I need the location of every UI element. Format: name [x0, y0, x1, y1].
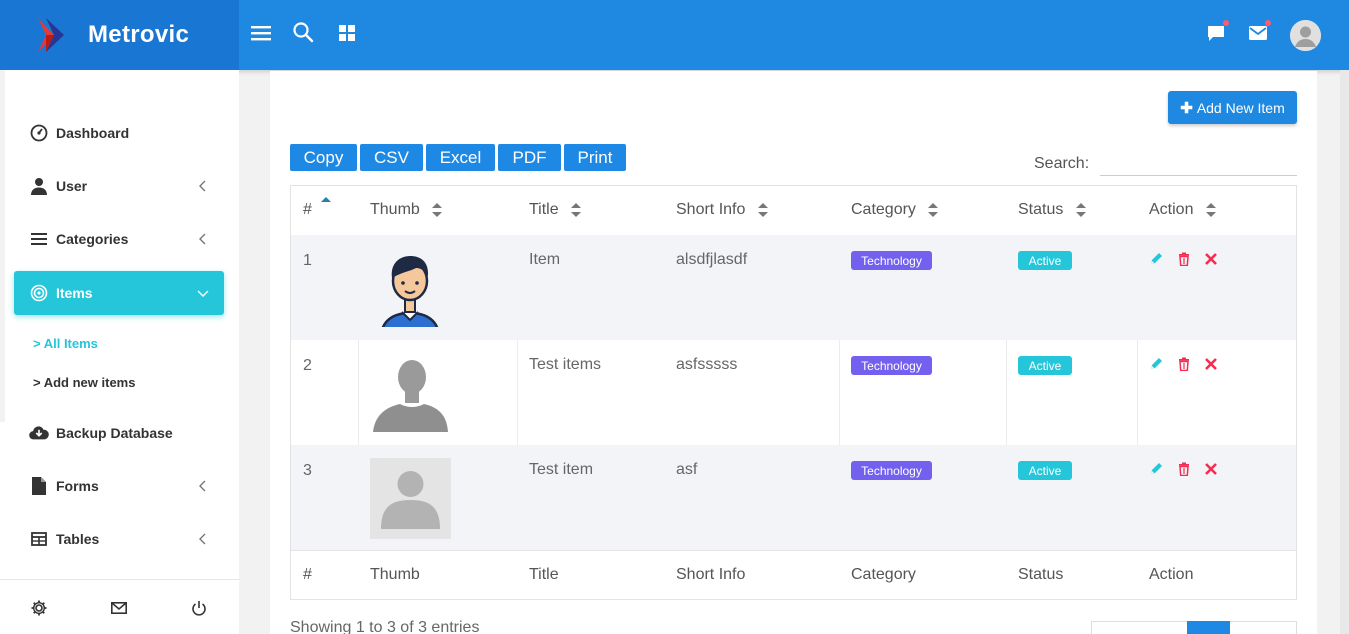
pagination[interactable] [1091, 621, 1297, 634]
logo-icon [38, 18, 64, 52]
page-scrollbar[interactable] [1340, 70, 1349, 634]
table-footer-row: # Thumb Title Short Info Category Status… [290, 550, 1297, 600]
chevron-left-icon [199, 533, 206, 545]
mail-icon[interactable] [109, 598, 129, 618]
edit-icon[interactable] [1149, 462, 1163, 476]
chat-icon[interactable] [1204, 20, 1229, 45]
cartoon-avatar-image [379, 256, 441, 340]
footer-header-num: # [303, 566, 312, 583]
notification-dot [1223, 20, 1229, 26]
search-input[interactable] [1100, 150, 1297, 176]
footer-header-title: Title [529, 566, 559, 583]
cloud-download-icon [29, 423, 49, 443]
close-icon[interactable] [1204, 357, 1218, 371]
sidebar-item-label: Backup Database [56, 425, 173, 441]
table-row: 3 Test item asf Technology Active [290, 445, 1297, 550]
sidebar-item-items[interactable]: Items [14, 271, 224, 315]
user-icon [29, 176, 49, 196]
table-row: 2 Test items asfsssss Technology Active [290, 340, 1297, 445]
table-row: 1 Item alsdfjlasdf Technology Active [290, 235, 1297, 340]
edit-icon[interactable] [1149, 357, 1163, 371]
trash-icon[interactable] [1177, 462, 1191, 476]
sidebar-footer [0, 579, 239, 634]
avatar[interactable] [1290, 20, 1321, 51]
csv-button[interactable]: CSV [360, 144, 423, 171]
sort-asc-icon [321, 196, 332, 202]
sort-icon [1075, 202, 1086, 217]
item-thumbnail [370, 246, 451, 340]
footer-header-thumb: Thumb [370, 566, 420, 583]
category-badge: Technology [851, 251, 932, 270]
close-icon[interactable] [1204, 462, 1218, 476]
edit-icon[interactable] [1149, 252, 1163, 266]
table-header-row: # Thumb Title Short Info Category Status… [290, 185, 1297, 235]
subitem-add-new-items[interactable]: > Add new items [33, 375, 135, 390]
chevron-left-icon [199, 233, 206, 245]
sidebar-item-label: Items [56, 285, 93, 301]
item-thumbnail [370, 351, 451, 432]
status-badge: Active [1018, 356, 1072, 375]
trash-icon[interactable] [1177, 252, 1191, 266]
app-name: Metrovic [88, 21, 190, 48]
item-thumbnail [370, 458, 451, 539]
chevron-left-icon [199, 480, 206, 492]
menu-icon[interactable] [249, 21, 273, 45]
power-icon[interactable] [189, 598, 209, 618]
status-badge: Active [1018, 251, 1072, 270]
sidebar-scroll-track [0, 70, 5, 422]
sort-icon [432, 202, 443, 217]
sidebar-item-label: Tables [56, 531, 100, 547]
copy-button[interactable]: Copy [290, 144, 357, 171]
settings-icon[interactable] [29, 598, 49, 618]
category-badge: Technology [851, 356, 932, 375]
add-new-item-button[interactable]: ✚ Add New Item [1168, 91, 1297, 124]
print-button[interactable]: Print [564, 144, 626, 171]
list-icon [29, 229, 49, 249]
plus-icon: ✚ [1180, 99, 1193, 117]
top-bar: Metrovic [0, 0, 1349, 70]
chevron-down-icon [197, 290, 209, 297]
mail-icon[interactable] [1246, 20, 1271, 45]
sidebar-item-forms[interactable]: Forms [14, 464, 224, 508]
file-icon [29, 476, 49, 496]
placeholder-avatar-image [370, 458, 451, 539]
brand[interactable]: Metrovic [0, 0, 239, 70]
sidebar-item-label: Forms [56, 478, 99, 494]
chevron-left-icon [199, 180, 206, 192]
grid-icon[interactable] [335, 21, 359, 45]
footer-header-short-info: Short Info [676, 566, 746, 583]
category-badge: Technology [851, 461, 932, 480]
sort-icon [1205, 202, 1216, 217]
table-info: Showing 1 to 3 of 3 entries [290, 619, 480, 634]
pagination-current-page[interactable] [1187, 621, 1230, 634]
dashboard-icon [29, 123, 49, 143]
sidebar-item-backup-database[interactable]: Backup Database [14, 411, 224, 455]
sidebar-item-categories[interactable]: Categories [14, 217, 224, 261]
search-icon[interactable] [291, 20, 315, 44]
table-icon [29, 529, 49, 549]
status-badge: Active [1018, 461, 1072, 480]
footer-header-category: Category [851, 566, 916, 583]
footer-header-action: Action [1149, 566, 1194, 583]
sidebar-item-label: Dashboard [56, 125, 130, 141]
sort-icon [928, 202, 939, 217]
subitem-all-items[interactable]: > All Items [33, 336, 98, 351]
sidebar-item-dashboard[interactable]: Dashboard [14, 111, 224, 155]
close-icon[interactable] [1204, 252, 1218, 266]
pdf-button[interactable]: PDF [498, 144, 561, 171]
sidebar-item-label: User [56, 178, 88, 194]
excel-button[interactable]: Excel [426, 144, 495, 171]
sidebar-item-user[interactable]: User [14, 164, 224, 208]
notification-dot [1265, 20, 1271, 26]
sidebar-item-tables[interactable]: Tables [14, 517, 224, 561]
target-icon [29, 283, 49, 303]
sort-icon [757, 202, 768, 217]
search-label: Search: [1034, 155, 1090, 172]
sidebar-item-label: Categories [56, 231, 129, 247]
sort-icon [571, 202, 582, 217]
trash-icon[interactable] [1177, 357, 1191, 371]
silhouette-photo-image [370, 351, 451, 432]
footer-header-status: Status [1018, 566, 1064, 583]
